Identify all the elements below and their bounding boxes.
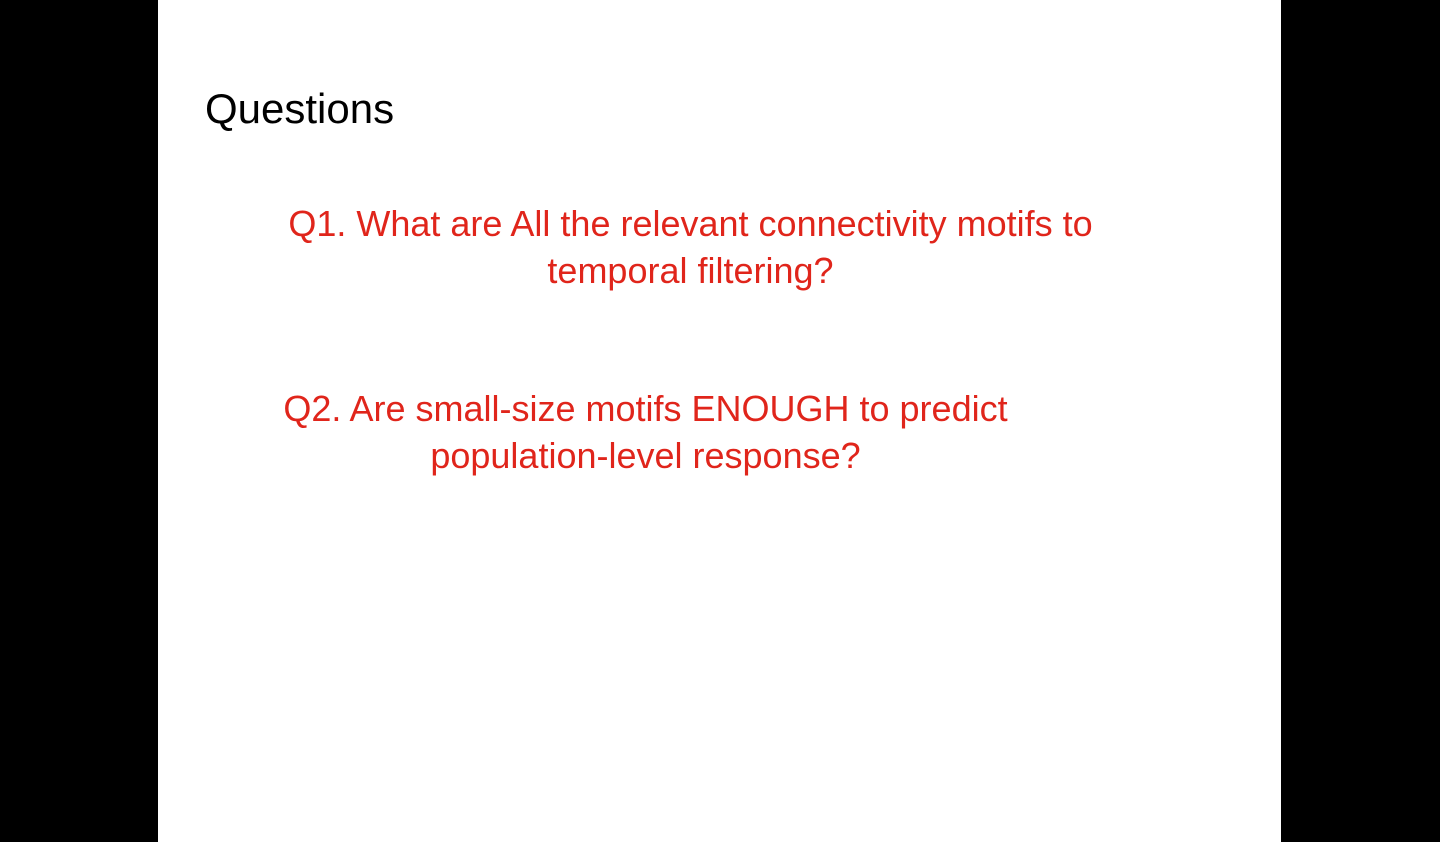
- question-1-line-1: Q1. What are All the relevant connectivi…: [288, 203, 1093, 244]
- question-1: Q1. What are All the relevant connectivi…: [248, 200, 1133, 294]
- slide-title: Questions: [205, 85, 395, 132]
- question-2-line-2: population-level response?: [430, 435, 861, 476]
- question-2: Q2. Are small-size motifs ENOUGH to pred…: [248, 385, 1043, 479]
- presentation-viewer: Questions Q1. What are All the relevant …: [0, 0, 1440, 842]
- slide: Questions Q1. What are All the relevant …: [158, 0, 1281, 842]
- question-2-line-1: Q2. Are small-size motifs ENOUGH to pred…: [283, 388, 1008, 429]
- question-1-line-2: temporal filtering?: [547, 250, 834, 291]
